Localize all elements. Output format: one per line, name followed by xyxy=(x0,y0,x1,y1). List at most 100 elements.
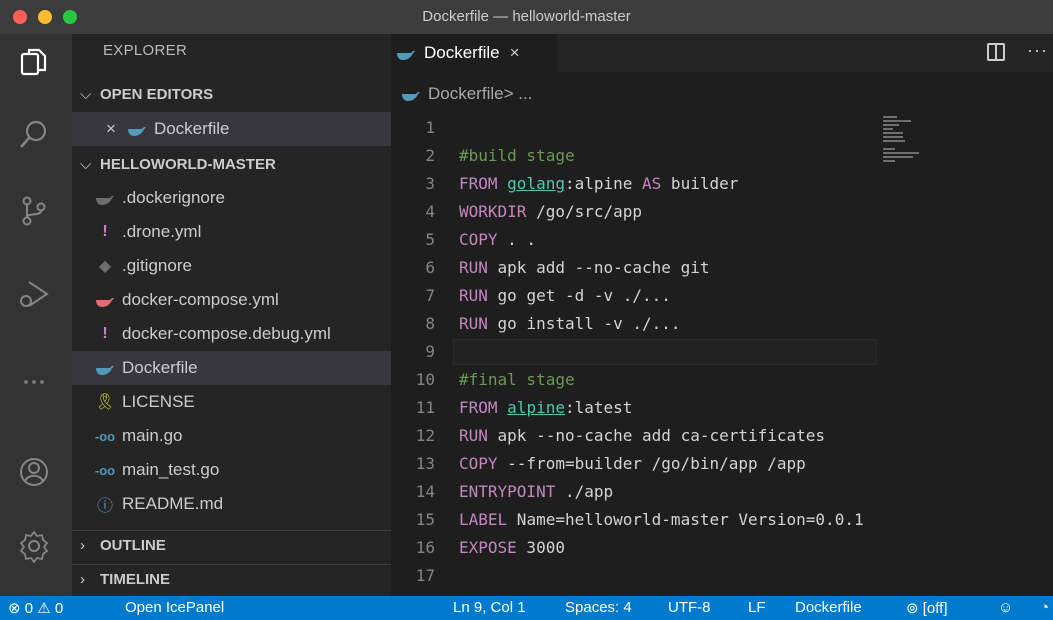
line-number: 4 xyxy=(425,202,435,221)
code-line[interactable]: 17 xyxy=(391,562,1053,590)
file-label: .dockerignore xyxy=(122,188,226,207)
file-item-dockerignore[interactable]: .dockerignore xyxy=(72,181,391,215)
settings-gear-icon[interactable] xyxy=(14,526,54,566)
file-item-main-test-go[interactable]: -oo main_test.go xyxy=(72,453,391,487)
code-token: go install -v ./... xyxy=(487,314,681,333)
code-line[interactable]: 16 EXPOSE 3000 xyxy=(391,534,1053,562)
code-line[interactable]: 11 FROM alpine:latest xyxy=(391,394,1053,422)
code-line[interactable]: 12 RUN apk --no-cache add ca-certificates xyxy=(391,422,1053,450)
error-count: 0 xyxy=(24,600,34,617)
line-text: COPY --from=builder /go/bin/app /app xyxy=(459,450,806,478)
line-text: COPY . . xyxy=(459,226,536,254)
code-line[interactable]: 3 FROM golang:alpine AS builder xyxy=(391,170,1053,198)
more-actions-icon[interactable]: ··· xyxy=(1027,40,1048,61)
open-editor-item-dockerfile[interactable]: × Dockerfile xyxy=(72,112,391,146)
more-views-icon[interactable] xyxy=(14,362,54,402)
code-token: ENTRYPOINT xyxy=(459,482,556,501)
encoding[interactable]: UTF-8 xyxy=(668,599,711,616)
code-line[interactable]: 2 #build stage xyxy=(391,142,1053,170)
indentation[interactable]: Spaces: 4 xyxy=(565,599,632,616)
code-token: #final stage xyxy=(459,370,575,389)
code-line[interactable]: 4 WORKDIR /go/src/app xyxy=(391,198,1053,226)
current-line-highlight xyxy=(453,339,877,365)
error-icon: ⊗ xyxy=(8,600,21,617)
file-item-dockerfile[interactable]: Dockerfile xyxy=(72,351,391,385)
code-token: COPY xyxy=(459,230,498,249)
activity-bar xyxy=(0,34,72,596)
file-item-drone-yml[interactable]: ! .drone.yml xyxy=(72,215,391,249)
file-item-gitignore[interactable]: ◆ .gitignore xyxy=(72,249,391,283)
outline-section[interactable]: › OUTLINE xyxy=(72,530,391,560)
explorer-sidebar: EXPLORER ⌵ OPEN EDITORS × Dockerfile ⌵ H… xyxy=(72,34,391,596)
warning-icon: ⚠ xyxy=(37,600,51,617)
code-token: RUN xyxy=(459,426,488,445)
code-line[interactable]: 9 xyxy=(391,338,1053,366)
line-number: 9 xyxy=(425,342,435,361)
tab-bar: Dockerfile × ··· xyxy=(391,34,1053,72)
chevron-right-icon: › xyxy=(80,537,85,554)
live-share-label: [off] xyxy=(922,600,948,617)
line-number: 11 xyxy=(415,398,435,417)
warning-count: 0 xyxy=(54,600,64,617)
breadcrumb-rest[interactable]: > ... xyxy=(504,84,533,104)
open-editors-section[interactable]: ⌵ OPEN EDITORS xyxy=(72,79,391,109)
code-token: Name=helloworld-master Version=0.0.1 xyxy=(507,510,864,529)
code-line[interactable]: 7 RUN go get -d -v ./... xyxy=(391,282,1053,310)
split-editor-icon[interactable] xyxy=(987,43,1005,61)
file-item-readme[interactable]: ⓘ README.md xyxy=(72,487,391,521)
code-line[interactable]: 15 LABEL Name=helloworld-master Version=0… xyxy=(391,506,1053,534)
line-text: RUN go install -v ./... xyxy=(459,310,681,338)
run-debug-icon[interactable] xyxy=(14,274,54,314)
chevron-down-icon: ⌵ xyxy=(80,155,92,173)
line-number: 15 xyxy=(415,510,435,529)
line-text: EXPOSE 3000 xyxy=(459,534,565,562)
yaml-icon: ! xyxy=(102,223,108,240)
code-token: alpine xyxy=(507,398,565,417)
code-line[interactable]: 10 #final stage xyxy=(391,366,1053,394)
file-item-main-go[interactable]: -oo main.go xyxy=(72,419,391,453)
code-token: WORKDIR xyxy=(459,202,527,221)
line-number: 13 xyxy=(415,454,435,473)
open-icepanel-button[interactable]: Open IcePanel xyxy=(125,599,224,616)
end-of-line[interactable]: LF xyxy=(748,599,766,616)
title-bar: Dockerfile — helloworld-master xyxy=(0,0,1053,34)
feedback-icon[interactable]: ☺ xyxy=(998,599,1013,616)
code-line[interactable]: 13 COPY --from=builder /go/bin/app /app xyxy=(391,450,1053,478)
problems-indicator[interactable]: ⊗ 0 ⚠ 0 xyxy=(8,599,63,617)
close-tab-icon[interactable]: × xyxy=(510,43,520,63)
file-label: docker-compose.debug.yml xyxy=(122,324,331,343)
open-editors-label: OPEN EDITORS xyxy=(100,85,214,103)
code-line[interactable]: 5 COPY . . xyxy=(391,226,1053,254)
line-number: 5 xyxy=(425,230,435,249)
notifications-icon[interactable]: ◔ xyxy=(1040,599,1049,616)
source-control-icon[interactable] xyxy=(14,191,54,231)
tab-dockerfile[interactable]: Dockerfile × xyxy=(391,34,557,72)
file-item-docker-compose-debug-yml[interactable]: ! docker-compose.debug.yml xyxy=(72,317,391,351)
live-share-status[interactable]: ⊚ [off] xyxy=(906,599,948,617)
line-number: 6 xyxy=(425,258,435,277)
search-icon[interactable] xyxy=(14,114,54,154)
code-token: builder xyxy=(661,174,739,193)
code-line[interactable]: 6 RUN apk add --no-cache git xyxy=(391,254,1053,282)
code-token: #build stage xyxy=(459,146,575,165)
file-item-docker-compose-yml[interactable]: docker-compose.yml xyxy=(72,283,391,317)
code-token: FROM xyxy=(459,398,508,417)
cursor-position[interactable]: Ln 9, Col 1 xyxy=(453,599,526,616)
code-token: apk --no-cache add ca-certificates xyxy=(487,426,826,445)
code-token: go get -d -v ./... xyxy=(487,286,671,305)
explorer-icon[interactable] xyxy=(14,42,54,82)
timeline-section[interactable]: › TIMELINE xyxy=(72,564,391,594)
close-editor-icon[interactable]: × xyxy=(106,119,116,139)
code-token: . . xyxy=(497,230,537,249)
breadcrumb-file[interactable]: Dockerfile xyxy=(428,84,504,104)
folder-section[interactable]: ⌵ HELLOWORLD-MASTER xyxy=(72,149,391,179)
minimap[interactable] xyxy=(883,114,943,164)
file-item-license[interactable]: 🎗 LICENSE xyxy=(72,385,391,419)
breadcrumb: Dockerfile > ... xyxy=(401,82,532,106)
account-icon[interactable] xyxy=(14,452,54,492)
code-line[interactable]: 1 xyxy=(391,114,1053,142)
language-mode[interactable]: Dockerfile xyxy=(795,599,862,616)
line-text: WORKDIR /go/src/app xyxy=(459,198,642,226)
code-line[interactable]: 14 ENTRYPOINT ./app xyxy=(391,478,1053,506)
code-line[interactable]: 8 RUN go install -v ./... xyxy=(391,310,1053,338)
